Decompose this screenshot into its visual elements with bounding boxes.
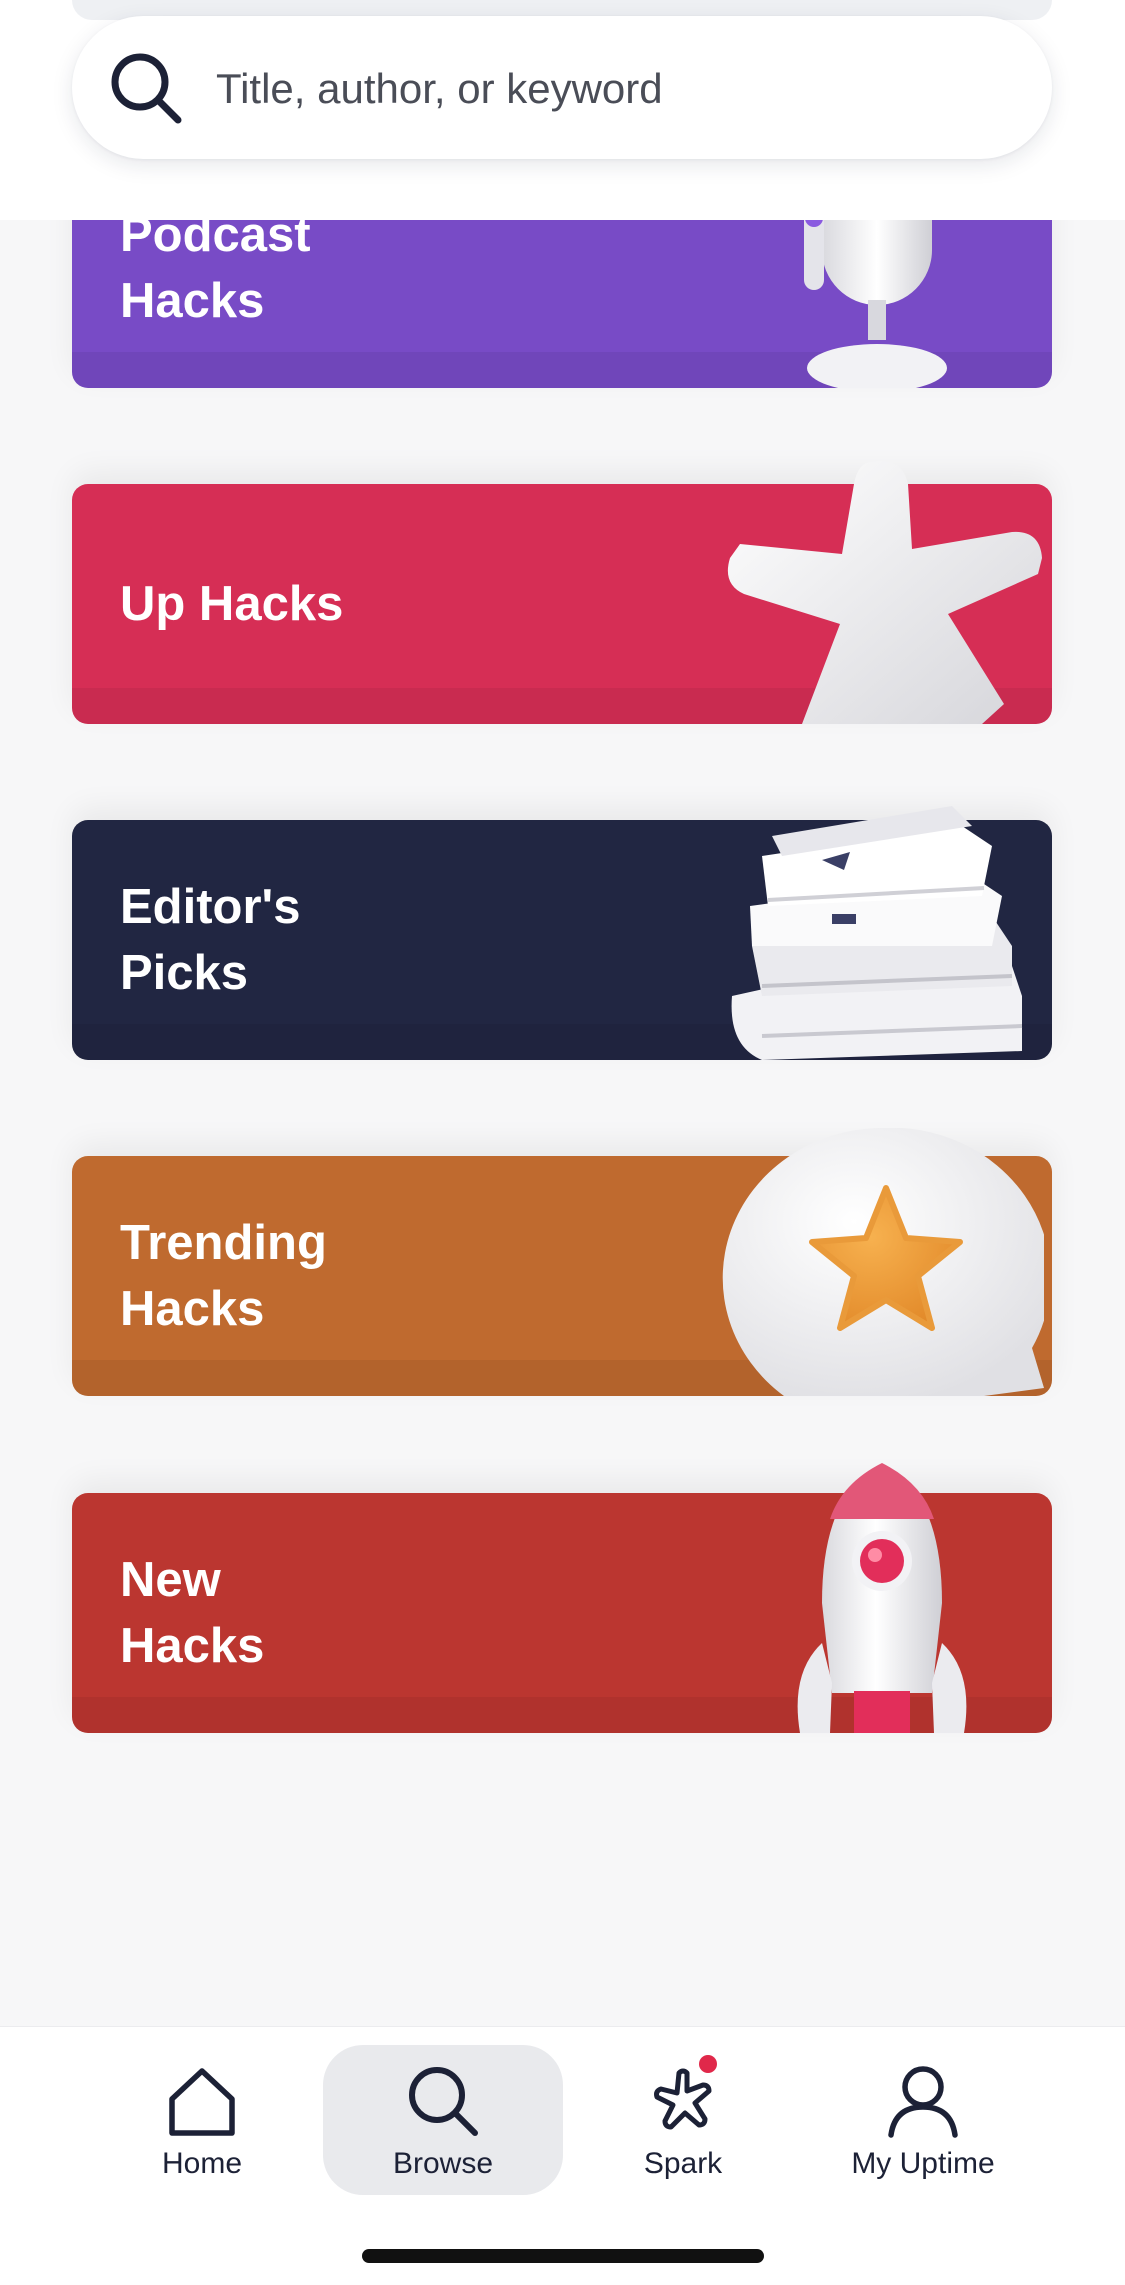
tab-label: Browse <box>392 2147 494 2180</box>
home-icon <box>169 2068 235 2136</box>
tab-label: Spark <box>643 2147 723 2180</box>
notification-badge <box>699 2055 717 2073</box>
category-card-up-hacks[interactable]: Up Hacks <box>72 460 1052 724</box>
search-icon <box>409 2067 478 2136</box>
asterisk-star-icon <box>727 460 1042 724</box>
search-bar[interactable] <box>72 16 1052 159</box>
category-card-trending-hacks[interactable]: Trending Hacks <box>72 1128 1052 1396</box>
spark-icon <box>654 2068 712 2130</box>
user-icon <box>888 2066 958 2138</box>
tab-spark[interactable]: Spark <box>563 2045 803 2195</box>
card-title: Up Hacks <box>120 577 344 631</box>
category-card-editors-picks[interactable]: Editor's Picks <box>72 806 1052 1060</box>
category-card-new-hacks[interactable]: New Hacks <box>72 1463 1052 1733</box>
tab-label: Home <box>161 2147 243 2180</box>
bottom-tab-bar: Home Browse Spark My Uptime <box>0 2026 1125 2285</box>
card-title: Podcast Hacks <box>120 208 311 328</box>
tab-home[interactable]: Home <box>82 2045 322 2195</box>
card-title: Editor's Picks <box>120 880 301 1000</box>
search-icon <box>111 53 182 124</box>
rocket-icon <box>797 1463 967 1733</box>
card-title: Trending Hacks <box>120 1216 327 1336</box>
star-bubble-icon <box>722 1128 1044 1396</box>
home-indicator <box>362 2249 764 2263</box>
card-title: New Hacks <box>120 1553 265 1673</box>
tab-my-uptime[interactable]: My Uptime <box>803 2045 1043 2195</box>
tab-label: My Uptime <box>851 2147 995 2180</box>
book-stack-icon <box>731 806 1023 1060</box>
tab-browse[interactable]: Browse <box>323 2045 563 2195</box>
search-input[interactable] <box>214 52 1018 126</box>
